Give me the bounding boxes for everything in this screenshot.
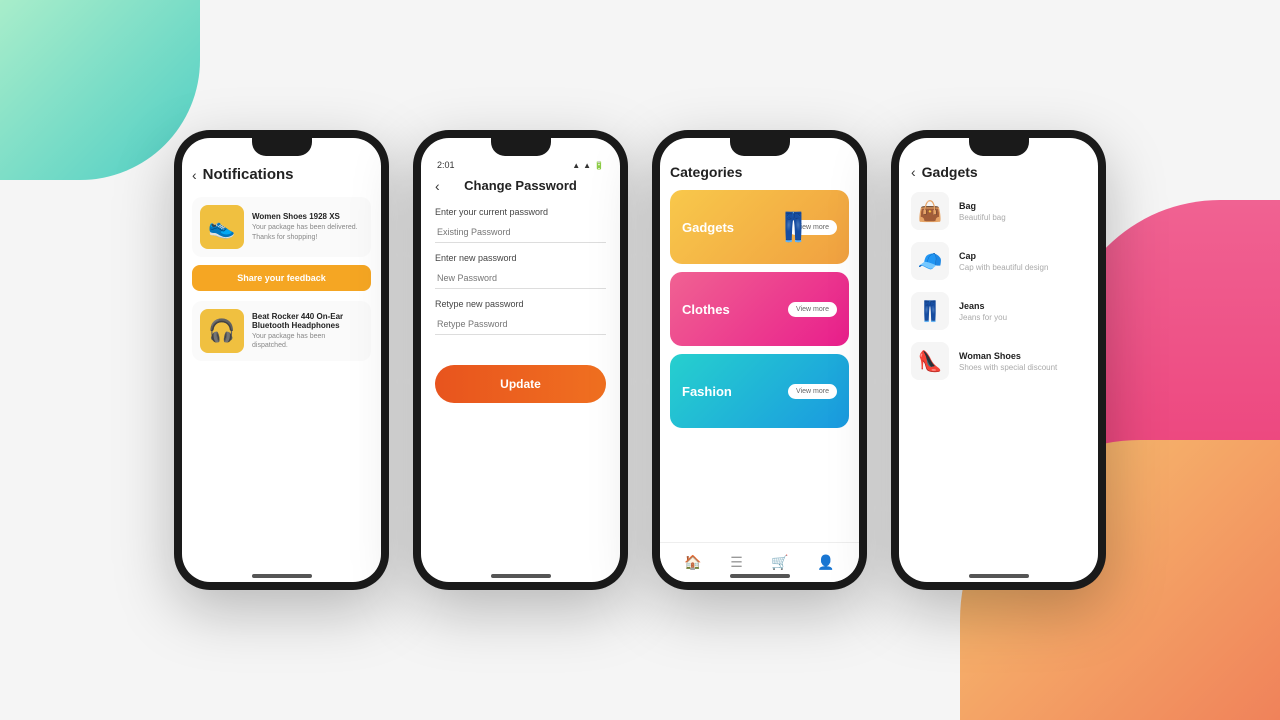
category-fashion-card[interactable]: Fashion View more <box>670 354 849 428</box>
field2-label: Enter new password <box>435 253 606 263</box>
phone3-content: Categories Gadgets 👖 View more Clothes V… <box>660 138 859 444</box>
bag-text: Bag Beautiful bag <box>959 201 1006 222</box>
fashion-label: Fashion <box>682 384 732 399</box>
woman-shoes-image: 👠 <box>911 342 949 380</box>
cap-text: Cap Cap with beautiful design <box>959 251 1048 272</box>
notif1-desc: Your package has been delivered. Thanks … <box>252 223 363 241</box>
jeans-text: Jeans Jeans for you <box>959 301 1007 322</box>
cap-name: Cap <box>959 251 1048 261</box>
notch-3 <box>730 138 790 156</box>
notifications-title: Notifications <box>203 166 294 183</box>
phone4-screen: ‹ Gadgets 👜 Bag Beautiful bag 🧢 Cap <box>899 138 1098 582</box>
back-arrow-icon[interactable]: ‹ <box>192 167 197 183</box>
nav-profile-icon[interactable]: 👤 <box>817 554 834 571</box>
update-button[interactable]: Update <box>435 365 606 403</box>
bag-desc: Beautiful bag <box>959 213 1006 222</box>
field1-label: Enter your current password <box>435 207 606 217</box>
status-bar: 2:01 ▲ ▲ 🔋 <box>435 160 606 170</box>
phone1-header: ‹ Notifications <box>192 166 371 183</box>
notch-4 <box>969 138 1029 156</box>
woman-shoes-text: Woman Shoes Shoes with special discount <box>959 351 1057 372</box>
phone4-back-arrow[interactable]: ‹ <box>911 164 916 180</box>
notif1-text: Women Shoes 1928 XS Your package has bee… <box>252 212 363 241</box>
notif1-image: 👟 <box>200 205 244 249</box>
clothes-label: Clothes <box>682 302 730 317</box>
nav-list-icon[interactable]: ☰ <box>730 554 743 571</box>
phones-wrapper: ‹ Notifications 👟 Women Shoes 1928 XS Yo… <box>174 130 1106 590</box>
phone3-screen: Categories Gadgets 👖 View more Clothes V… <box>660 138 859 582</box>
new-password-input[interactable] <box>435 268 606 289</box>
woman-shoes-desc: Shoes with special discount <box>959 363 1057 372</box>
bottom-nav: 🏠 ☰ 🛒 👤 <box>660 542 859 582</box>
cap-image: 🧢 <box>911 242 949 280</box>
retype-password-input[interactable] <box>435 314 606 335</box>
phone-categories: Categories Gadgets 👖 View more Clothes V… <box>652 130 867 590</box>
bag-name: Bag <box>959 201 1006 211</box>
woman-shoes-name: Woman Shoes <box>959 351 1057 361</box>
notif2-text: Beat Rocker 440 On-Ear Bluetooth Headpho… <box>252 312 363 350</box>
gadget-item-bag[interactable]: 👜 Bag Beautiful bag <box>911 192 1086 230</box>
wifi-icon: ▲ <box>572 161 580 170</box>
notif2-desc: Your package has been dispatched. <box>252 332 363 350</box>
change-password-title: Change Password <box>464 178 577 193</box>
current-password-input[interactable] <box>435 222 606 243</box>
gadgets-label: Gadgets <box>682 220 734 235</box>
phone1-content: ‹ Notifications 👟 Women Shoes 1928 XS Yo… <box>182 138 381 379</box>
blob-top-left <box>0 0 200 180</box>
bag-image: 👜 <box>911 192 949 230</box>
category-clothes-card[interactable]: Clothes View more <box>670 272 849 346</box>
status-icons: ▲ ▲ 🔋 <box>572 161 604 170</box>
signal-icon: ▲ <box>583 161 591 170</box>
phone2-screen: 2:01 ▲ ▲ 🔋 ‹ Change Password Enter your … <box>421 138 620 582</box>
feedback-button[interactable]: Share your feedback <box>192 265 371 291</box>
phone4-content: ‹ Gadgets 👜 Bag Beautiful bag 🧢 Cap <box>899 138 1098 402</box>
clothes-view-more-button[interactable]: View more <box>788 302 837 317</box>
nav-home-icon[interactable]: 🏠 <box>684 554 701 571</box>
notification-item-1[interactable]: 👟 Women Shoes 1928 XS Your package has b… <box>192 197 371 257</box>
phone-notifications: ‹ Notifications 👟 Women Shoes 1928 XS Yo… <box>174 130 389 590</box>
phone1-screen: ‹ Notifications 👟 Women Shoes 1928 XS Yo… <box>182 138 381 582</box>
phone2-header: ‹ Change Password <box>435 178 606 193</box>
gadgets-list-title: Gadgets <box>922 164 978 180</box>
gadget-item-cap[interactable]: 🧢 Cap Cap with beautiful design <box>911 242 1086 280</box>
notch-1 <box>252 138 312 156</box>
phone2-back-arrow[interactable]: ‹ <box>435 178 440 194</box>
phone2-content: 2:01 ▲ ▲ 🔋 ‹ Change Password Enter your … <box>421 138 620 413</box>
jeans-name: Jeans <box>959 301 1007 311</box>
phone-gadgets-list: ‹ Gadgets 👜 Bag Beautiful bag 🧢 Cap <box>891 130 1106 590</box>
notif2-title: Beat Rocker 440 On-Ear Bluetooth Headpho… <box>252 312 363 330</box>
gadget-item-woman-shoes[interactable]: 👠 Woman Shoes Shoes with special discoun… <box>911 342 1086 380</box>
status-time: 2:01 <box>437 160 455 170</box>
gadget-item-jeans[interactable]: 👖 Jeans Jeans for you <box>911 292 1086 330</box>
notif2-image: 🎧 <box>200 309 244 353</box>
category-gadgets-card[interactable]: Gadgets 👖 View more <box>670 190 849 264</box>
fashion-view-more-button[interactable]: View more <box>788 384 837 399</box>
cap-desc: Cap with beautiful design <box>959 263 1048 272</box>
nav-cart-icon[interactable]: 🛒 <box>771 554 788 571</box>
jeans-desc: Jeans for you <box>959 313 1007 322</box>
field3-label: Retype new password <box>435 299 606 309</box>
jeans-image: 👖 <box>911 292 949 330</box>
phone4-header: ‹ Gadgets <box>911 164 1086 180</box>
notif1-title: Women Shoes 1928 XS <box>252 212 363 221</box>
battery-icon: 🔋 <box>594 161 604 170</box>
phone-change-password: 2:01 ▲ ▲ 🔋 ‹ Change Password Enter your … <box>413 130 628 590</box>
gadgets-image: 👖 <box>776 211 811 244</box>
notification-item-2[interactable]: 🎧 Beat Rocker 440 On-Ear Bluetooth Headp… <box>192 301 371 361</box>
notch-2 <box>491 138 551 156</box>
categories-title: Categories <box>670 164 849 180</box>
